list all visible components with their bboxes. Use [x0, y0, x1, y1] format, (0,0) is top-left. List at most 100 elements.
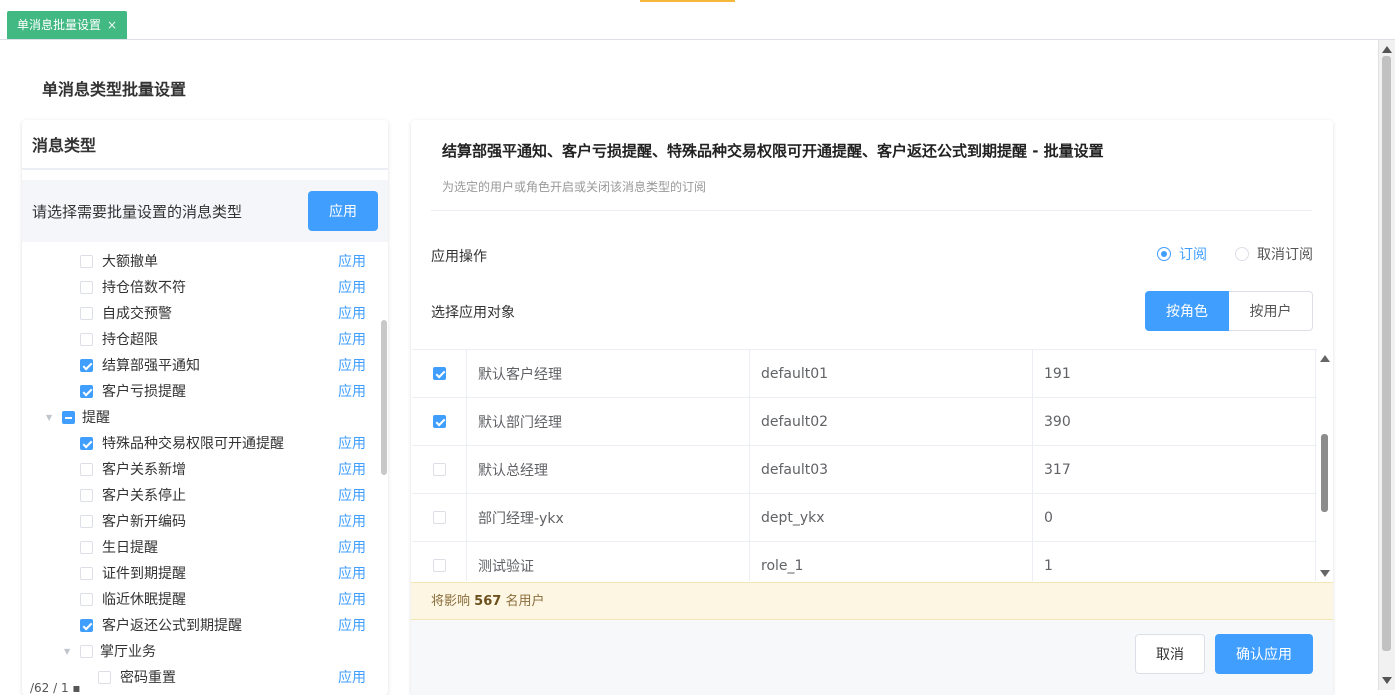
scroll-up-icon[interactable]: [1320, 355, 1330, 362]
table-row[interactable]: 测试验证 role_1 1: [412, 542, 1317, 581]
checkbox-checked-icon[interactable]: [80, 384, 93, 398]
checkbox-icon[interactable]: [80, 280, 93, 294]
checkbox-checked-icon[interactable]: [432, 415, 446, 428]
table-row[interactable]: 默认部门经理 default02 390: [412, 398, 1317, 446]
checkbox-icon[interactable]: [80, 592, 93, 606]
apply-link[interactable]: 应用: [338, 459, 366, 479]
apply-button[interactable]: 应用: [308, 191, 378, 231]
apply-link[interactable]: 应用: [338, 667, 366, 687]
tree-item[interactable]: 证件到期提醒 应用: [22, 560, 380, 586]
role-table: 默认客户经理 default01 191 默认部门经理 default02 390 默认总经…: [412, 349, 1317, 581]
bottom-clipped-text: /62 / 1 ▪: [30, 681, 81, 695]
by-role-button[interactable]: 按角色: [1145, 291, 1229, 331]
tree-item-label: 特殊品种交易权限可开通提醒: [102, 436, 284, 452]
checkbox-icon[interactable]: [432, 511, 446, 524]
role-name-cell: 默认总经理: [467, 446, 750, 493]
checkbox-checked-icon[interactable]: [80, 358, 93, 372]
cancel-button[interactable]: 取消: [1135, 634, 1205, 674]
apply-link[interactable]: 应用: [338, 511, 366, 531]
radio-unsubscribe[interactable]: 取消订阅: [1235, 244, 1313, 264]
tree-item[interactable]: 生日提醒 应用: [22, 534, 380, 560]
tree-item[interactable]: 客户关系停止 应用: [22, 482, 380, 508]
apply-link[interactable]: 应用: [338, 329, 366, 349]
left-scrollbar-thumb[interactable]: [381, 320, 387, 475]
page-scrollbar-thumb[interactable]: [1382, 56, 1391, 651]
table-scrollbar-thumb[interactable]: [1321, 434, 1328, 512]
table-row[interactable]: 部门经理-ykx dept_ykx 0: [412, 494, 1317, 542]
apply-link[interactable]: 应用: [338, 303, 366, 323]
checkbox-icon[interactable]: [80, 254, 93, 268]
apply-link[interactable]: 应用: [338, 485, 366, 505]
tree-item[interactable]: 自成交预警 应用: [22, 300, 380, 326]
tree-item[interactable]: 持仓超限 应用: [22, 326, 380, 352]
dialog-footer: 取消 确认应用: [411, 620, 1333, 695]
apply-link[interactable]: 应用: [338, 433, 366, 453]
apply-link[interactable]: 应用: [338, 563, 366, 583]
checkbox-checked-icon[interactable]: [432, 367, 446, 380]
checkbox-checked-icon[interactable]: [80, 618, 93, 632]
table-scrollbar[interactable]: [1318, 349, 1332, 581]
table-row[interactable]: 默认客户经理 default01 191: [412, 350, 1317, 398]
checkbox-icon[interactable]: [80, 488, 93, 502]
checkbox-checked-icon[interactable]: [80, 436, 93, 450]
tree-item[interactable]: 客户亏损提醒 应用: [22, 378, 380, 404]
checkbox-icon[interactable]: [80, 332, 93, 346]
user-count-cell: 390: [1033, 398, 1316, 445]
scroll-down-icon[interactable]: [1382, 677, 1392, 684]
tab-batch-settings[interactable]: 单消息批量设置 ×: [7, 11, 128, 39]
divider: [431, 210, 1312, 211]
apply-link[interactable]: 应用: [338, 251, 366, 271]
tab-label: 单消息批量设置: [17, 18, 102, 32]
checkbox-icon[interactable]: [432, 463, 446, 476]
tree-item-label: 持仓超限: [102, 332, 158, 348]
apply-link[interactable]: 应用: [338, 615, 366, 635]
batch-settings-panel: 结算部强平通知、客户亏损提醒、特殊品种交易权限可开通提醒、客户返还公式到期提醒 …: [411, 120, 1333, 695]
apply-link[interactable]: 应用: [338, 355, 366, 375]
role-code-cell: default02: [750, 398, 1033, 445]
checkbox-icon[interactable]: [80, 514, 93, 528]
confirm-apply-button[interactable]: 确认应用: [1215, 634, 1313, 674]
row-select-cell: [412, 446, 467, 493]
caret-down-icon[interactable]: ▼: [64, 647, 74, 656]
tree-group[interactable]: ▼ 提醒: [22, 404, 380, 430]
page-scrollbar[interactable]: [1378, 40, 1395, 690]
checkbox-icon[interactable]: [80, 644, 93, 658]
checkbox-icon[interactable]: [80, 306, 93, 320]
target-label: 选择应用对象: [431, 305, 515, 321]
settings-title: 结算部强平通知、客户亏损提醒、特殊品种交易权限可开通提醒、客户返还公式到期提醒 …: [442, 142, 1104, 160]
tree-item[interactable]: 客户返还公式到期提醒 应用: [22, 612, 380, 638]
scroll-up-icon[interactable]: [1382, 46, 1392, 53]
apply-link[interactable]: 应用: [338, 589, 366, 609]
tree-item[interactable]: 客户新开编码 应用: [22, 508, 380, 534]
role-name-cell: 默认客户经理: [467, 350, 750, 397]
apply-link[interactable]: 应用: [338, 277, 366, 297]
checkbox-icon[interactable]: [80, 540, 93, 554]
tree-item[interactable]: 结算部强平通知 应用: [22, 352, 380, 378]
tree-item[interactable]: 客户关系新增 应用: [22, 456, 380, 482]
checkbox-icon[interactable]: [98, 670, 111, 684]
checkbox-icon[interactable]: [80, 462, 93, 476]
apply-link[interactable]: 应用: [338, 381, 366, 401]
scroll-down-icon[interactable]: [1320, 570, 1330, 577]
table-row[interactable]: 默认总经理 default03 317: [412, 446, 1317, 494]
message-type-tree: 大额撤单 应用 持仓倍数不符 应用 自成交预警 应用 持仓超限 应用 结算部强平通知 应用 客户亏损…: [22, 248, 380, 690]
tree-item[interactable]: 临近休眠提醒 应用: [22, 586, 380, 612]
notice-suffix: 名用户: [505, 594, 545, 609]
checkbox-icon[interactable]: [80, 566, 93, 580]
impact-notice: 将影响 567 名用户: [411, 582, 1333, 620]
radio-subscribe[interactable]: 订阅: [1157, 244, 1207, 264]
apply-link[interactable]: 应用: [338, 537, 366, 557]
close-icon[interactable]: ×: [107, 11, 117, 39]
tree-item[interactable]: 大额撤单 应用: [22, 248, 380, 274]
tree-item[interactable]: 特殊品种交易权限可开通提醒 应用: [22, 430, 380, 456]
checkbox-icon[interactable]: [432, 559, 446, 572]
tree-group[interactable]: ▼ 掌厅业务: [22, 638, 380, 664]
tree-item[interactable]: 持仓倍数不符 应用: [22, 274, 380, 300]
checkbox-indeterminate-icon[interactable]: [62, 410, 75, 424]
notice-count: 567: [474, 594, 502, 609]
caret-down-icon[interactable]: ▼: [46, 413, 56, 422]
row-select-cell: [412, 542, 467, 581]
by-user-button[interactable]: 按用户: [1229, 291, 1313, 331]
notice-prefix: 将影响: [431, 594, 471, 609]
radio-unsubscribe-label: 取消订阅: [1257, 247, 1313, 263]
